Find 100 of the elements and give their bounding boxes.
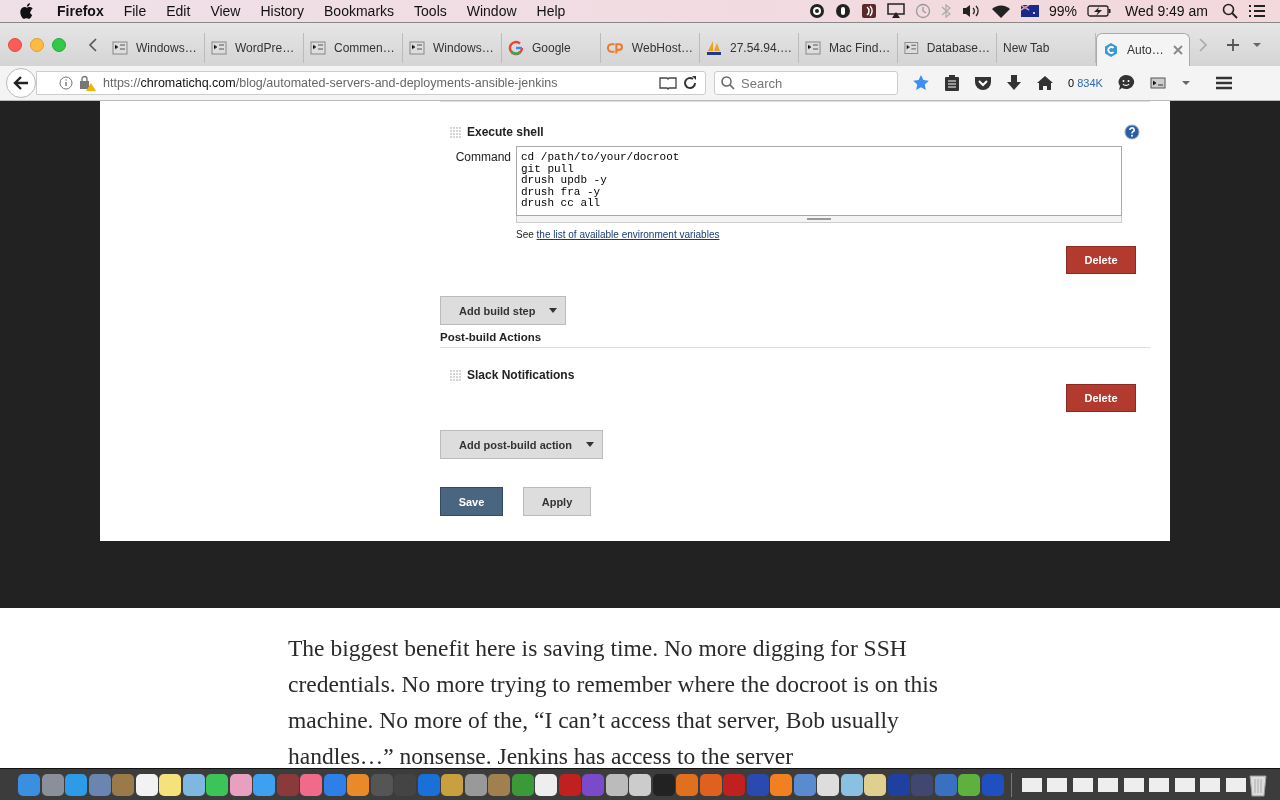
page-icon bbox=[112, 39, 128, 56]
menu-item[interactable]: View bbox=[205, 3, 246, 19]
close-icon[interactable] bbox=[1173, 45, 1183, 55]
menu-item[interactable]: History bbox=[255, 3, 310, 19]
back-button[interactable] bbox=[6, 68, 36, 98]
pocket-icon[interactable] bbox=[974, 75, 992, 91]
menu-item[interactable]: Help bbox=[531, 3, 571, 19]
app-icon[interactable] bbox=[864, 773, 886, 796]
search-icon[interactable] bbox=[1222, 3, 1238, 19]
browser-tab[interactable]: Google bbox=[502, 32, 601, 63]
app-icon[interactable] bbox=[159, 773, 181, 796]
app-icon[interactable] bbox=[605, 773, 628, 796]
close-window-button[interactable] bbox=[8, 37, 22, 52]
circle-icon[interactable] bbox=[834, 3, 851, 19]
article-paragraph: The biggest benefit here is saving time. No more digging for SSH credentials. No more trying to remember where the docroot is on this machine. No more of the, “I can’t access that server, Bob usually handles…” nonsense. Jenkins has access to the server bbox=[288, 634, 939, 768]
counter-badge[interactable]: 0 834K bbox=[1068, 77, 1103, 89]
save-button[interactable]: Save bbox=[440, 487, 503, 516]
app-icon[interactable] bbox=[958, 773, 980, 796]
window-thumbnail[interactable] bbox=[1149, 777, 1169, 792]
apple-icon[interactable] bbox=[20, 3, 34, 19]
square-icon[interactable] bbox=[860, 3, 877, 19]
app-icon[interactable] bbox=[135, 773, 158, 796]
list-icon[interactable] bbox=[1248, 4, 1266, 18]
add-post-build-action-button[interactable]: Add post-build action bbox=[440, 430, 604, 459]
app-menu[interactable]: Firefox bbox=[52, 3, 109, 19]
app-icon[interactable] bbox=[535, 773, 557, 796]
browser-tab[interactable]: WordPre… bbox=[205, 32, 304, 63]
app-icon[interactable] bbox=[182, 773, 205, 796]
browser-tab[interactable]: Commen… bbox=[304, 32, 403, 63]
apply-button[interactable]: Apply bbox=[523, 487, 591, 516]
menu-icon[interactable] bbox=[1214, 76, 1233, 90]
window-thumbnail[interactable] bbox=[1174, 777, 1195, 792]
menu-item[interactable]: File bbox=[118, 3, 152, 19]
browser-tab[interactable]: Mac Find… bbox=[799, 32, 898, 63]
app-icon[interactable] bbox=[229, 773, 252, 796]
app-icon[interactable] bbox=[840, 773, 863, 796]
app-icon[interactable] bbox=[206, 773, 228, 796]
search-field[interactable]: Search bbox=[714, 71, 898, 95]
app-icon[interactable] bbox=[817, 773, 839, 796]
airplay-icon[interactable] bbox=[886, 3, 905, 19]
drag-handle-icon[interactable] bbox=[450, 126, 461, 138]
wifi-icon[interactable] bbox=[990, 3, 1011, 19]
window-thumbnail[interactable] bbox=[1123, 777, 1144, 792]
star-icon[interactable] bbox=[912, 74, 930, 92]
caret-icon[interactable] bbox=[1252, 41, 1262, 48]
lock-warning-icon[interactable] bbox=[79, 75, 97, 91]
caret-icon bbox=[586, 442, 595, 447]
plus-icon[interactable] bbox=[1226, 37, 1240, 52]
app-icon[interactable] bbox=[770, 773, 792, 796]
back-arrow-icon bbox=[13, 76, 29, 90]
delete-button[interactable]: Delete bbox=[1066, 246, 1136, 274]
circle-icon[interactable] bbox=[808, 3, 825, 19]
drag-handle-icon[interactable] bbox=[450, 369, 461, 381]
battery-percentage: 99% bbox=[1048, 3, 1077, 19]
window-thumbnail[interactable] bbox=[1200, 777, 1220, 792]
step-title: Slack Notifications bbox=[467, 368, 575, 382]
hexagon-icon bbox=[1103, 42, 1119, 58]
help-icon[interactable] bbox=[1124, 124, 1140, 140]
scroll-left-icon[interactable] bbox=[88, 37, 98, 52]
reader-view-icon[interactable] bbox=[659, 76, 677, 90]
download-icon[interactable] bbox=[1006, 74, 1022, 92]
browser-tab[interactable]: Database… bbox=[898, 32, 997, 63]
flag-icon[interactable] bbox=[1020, 5, 1039, 17]
info-icon[interactable] bbox=[59, 76, 73, 90]
battery-icon[interactable] bbox=[1087, 5, 1111, 17]
window-thumbnail[interactable] bbox=[1098, 777, 1118, 792]
browser-tab[interactable]: 27.54.94.… bbox=[700, 32, 799, 63]
browser-tab[interactable]: Auto… bbox=[1096, 32, 1190, 67]
window-thumbnail[interactable] bbox=[1225, 777, 1246, 792]
app-icon[interactable] bbox=[253, 773, 275, 796]
menu-item[interactable]: Tools bbox=[409, 3, 452, 19]
add-build-step-button[interactable]: Add build step bbox=[440, 296, 567, 325]
window-thumbnail[interactable] bbox=[1047, 777, 1067, 792]
page-icon bbox=[211, 39, 227, 56]
extension-icon[interactable] bbox=[1148, 75, 1167, 91]
page-icon bbox=[805, 39, 821, 56]
page-icon bbox=[904, 39, 919, 56]
browser-tab[interactable]: WebHost… bbox=[601, 32, 700, 63]
window-thumbnail[interactable] bbox=[1021, 777, 1042, 792]
home-icon[interactable] bbox=[1036, 75, 1054, 91]
address-bar[interactable]: https://chromatichq.com/blog/automated-servers-and-deployments-ansible-jenkins bbox=[36, 71, 706, 95]
smiley-icon[interactable] bbox=[1116, 74, 1135, 92]
caret-icon[interactable] bbox=[1180, 80, 1191, 86]
volume-icon[interactable] bbox=[960, 3, 981, 19]
browser-tab[interactable]: Windows… bbox=[106, 32, 205, 63]
menu-item[interactable]: Bookmarks bbox=[319, 3, 400, 19]
resize-handle[interactable] bbox=[516, 216, 1122, 223]
browser-tab[interactable]: Windows… bbox=[403, 32, 502, 63]
command-field[interactable]: cd /path/to/your/docroot git pull drush updb -y drush fra -y drush cc all bbox=[516, 146, 1122, 216]
app-icon[interactable] bbox=[441, 773, 463, 796]
reload-icon[interactable] bbox=[683, 76, 697, 90]
app-icon[interactable] bbox=[347, 773, 369, 796]
window-thumbnail[interactable] bbox=[1072, 777, 1093, 792]
delete-button[interactable]: Delete bbox=[1066, 384, 1136, 412]
trash-icon[interactable] bbox=[1249, 772, 1267, 797]
env-variables-link[interactable]: the list of available environment variables bbox=[536, 229, 720, 240]
menu-item[interactable]: Window bbox=[461, 3, 522, 19]
clipboard-icon[interactable] bbox=[944, 74, 960, 92]
menu-item[interactable]: Edit bbox=[161, 3, 196, 19]
app-icon[interactable] bbox=[629, 773, 651, 796]
